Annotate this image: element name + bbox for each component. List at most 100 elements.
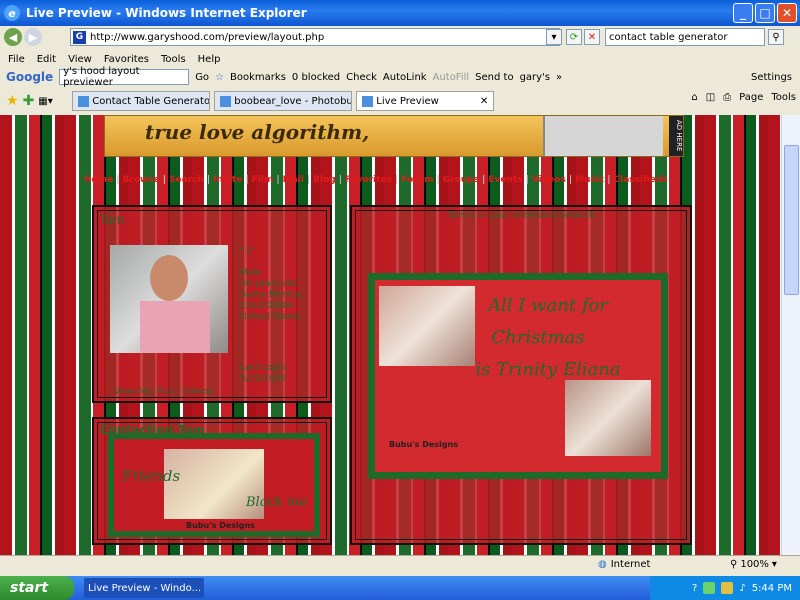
menu-edit[interactable]: Edit — [37, 54, 56, 65]
banner-text: true love algorithm, — [145, 120, 370, 144]
quick-tabs-icon[interactable]: ▦▾ — [38, 96, 68, 107]
site-favicon-icon: G — [73, 30, 86, 44]
add-favorite-icon[interactable]: ✚ — [23, 93, 35, 109]
minimize-button[interactable]: _ — [733, 3, 753, 23]
autofill-button[interactable]: AutoFill — [433, 72, 470, 83]
search-icon[interactable]: ⚲ — [768, 29, 784, 45]
tab-label: boobear_love - Photobucket ... — [234, 95, 353, 107]
back-button[interactable]: ◀ — [4, 28, 22, 46]
nav-invite[interactable]: Invite — [213, 175, 242, 185]
volume-icon[interactable]: ♪ — [739, 583, 745, 594]
nav-groups[interactable]: Groups — [443, 175, 479, 185]
nav-events[interactable]: Events — [488, 175, 522, 185]
tab-photobucket[interactable]: boobear_love - Photobucket ... — [214, 91, 353, 111]
menu-favorites[interactable]: Favorites — [104, 54, 149, 65]
user-button[interactable]: gary's — [520, 72, 550, 83]
menu-tools[interactable]: Tools — [161, 54, 186, 65]
feeds-icon[interactable]: ◫ — [706, 92, 715, 103]
autolink-button[interactable]: AutoLink — [383, 72, 427, 83]
search-input[interactable]: contact table generator — [605, 28, 765, 46]
print-icon[interactable]: ⎙ — [723, 92, 731, 103]
security-icon[interactable] — [721, 582, 734, 594]
tab-contact-table-generator[interactable]: Contact Table Generator - A... — [72, 91, 211, 111]
menu-view[interactable]: View — [68, 54, 92, 65]
chevron-down-icon: ▾ — [771, 559, 777, 570]
maximize-button[interactable]: □ — [755, 3, 775, 23]
page-icon — [78, 95, 90, 107]
block-me-link[interactable]: Block me — [246, 495, 307, 510]
star-icon[interactable]: ☆ — [215, 72, 224, 83]
view-my-links[interactable]: View My: Pics | Videos — [114, 387, 213, 397]
ad-banner[interactable]: true love algorithm, AD HERE — [104, 115, 684, 157]
bookmarks-button[interactable]: Bookmarks — [230, 72, 286, 83]
address-bar[interactable]: G http://www.garyshood.com/preview/layou… — [70, 28, 560, 46]
christmas-message: All I want for Christmas is Trinity Elia… — [375, 290, 661, 386]
vertical-scrollbar[interactable] — [781, 115, 800, 555]
last-login-label: Last Login: — [240, 363, 289, 373]
nav-music[interactable]: Music — [575, 175, 604, 185]
profile-photo[interactable] — [110, 245, 228, 353]
menu-bar: File Edit View Favorites Tools Help — [0, 51, 800, 67]
scrollbar-thumb[interactable] — [784, 145, 799, 295]
address-row: ◀ ▶ G http://www.garyshood.com/preview/l… — [0, 26, 800, 48]
page-menu[interactable]: Page — [739, 92, 763, 103]
contact-image: Friends Block me Bubu's Designs — [108, 433, 320, 537]
network-icon[interactable] — [703, 582, 716, 594]
nav-forum[interactable]: Forum — [401, 175, 433, 185]
profile-city: Santa Monica, — [240, 290, 304, 300]
taskbar-item-live-preview[interactable]: Live Preview - Windo... — [84, 578, 204, 598]
stop-icon[interactable]: ✕ — [584, 29, 600, 45]
forward-button[interactable]: ▶ — [24, 28, 42, 46]
profile-box: Tom ":)" Male 30 years old Santa Monica,… — [92, 205, 332, 403]
profile-gender: Male — [240, 268, 262, 278]
address-dropdown-icon[interactable]: ▾ — [546, 29, 562, 45]
profile-age: 30 years old — [240, 279, 296, 289]
home-icon[interactable]: ⌂ — [691, 92, 697, 103]
zoom-level: 100% — [740, 559, 769, 570]
calculator-image — [543, 116, 663, 156]
last-login-date: 5/19/2006 — [240, 374, 287, 384]
page-icon — [362, 95, 374, 107]
system-tray: ? ♪ 5:44 PM — [650, 576, 800, 600]
menu-help[interactable]: Help — [198, 54, 221, 65]
send-to-button[interactable]: Send to — [475, 72, 513, 83]
zone-label: Internet — [610, 559, 651, 570]
start-button[interactable]: start — [0, 576, 74, 600]
nav-browse[interactable]: Browse — [123, 175, 160, 185]
add-friends-link[interactable]: Friends — [122, 467, 180, 485]
ad-here-label: AD HERE — [669, 116, 683, 156]
refresh-icon[interactable]: ⟳ — [566, 29, 582, 45]
designer-credit: Bubu's Designs — [186, 521, 255, 530]
magnifier-icon: ⚲ — [730, 559, 738, 570]
tab-live-preview[interactable]: Live Preview ✕ — [356, 91, 495, 111]
check-button[interactable]: Check — [346, 72, 377, 83]
favorites-star-icon[interactable]: ★ — [6, 93, 19, 109]
extended-network-text: Tom is in your extended network — [447, 211, 595, 221]
tab-close-icon[interactable]: ✕ — [480, 96, 488, 107]
taskbar: start Live Preview - Windo... ? ♪ 5:44 P… — [0, 576, 800, 600]
nav-film[interactable]: Film — [252, 175, 274, 185]
tools-menu[interactable]: Tools — [771, 92, 796, 103]
popup-blocked-button[interactable]: 0 blocked — [292, 72, 340, 83]
nav-classifieds[interactable]: Classifieds — [614, 175, 668, 185]
settings-button[interactable]: Settings — [751, 72, 792, 83]
close-button[interactable]: ✕ — [777, 3, 797, 23]
nav-blog[interactable]: Blog — [313, 175, 336, 185]
help-icon[interactable]: ? — [692, 583, 697, 594]
tab-label: Contact Table Generator - A... — [92, 95, 211, 107]
chevron-right-icon[interactable]: » — [556, 72, 562, 83]
nav-search[interactable]: Search — [169, 175, 204, 185]
contacting-box: Contacting Tom Friends Block me Bubu's D… — [92, 417, 332, 545]
google-search-input[interactable]: y's hood layout previewer — [59, 66, 190, 88]
zoom-control[interactable]: ⚲ 100% ▾ — [730, 559, 777, 570]
menu-file[interactable]: File — [8, 54, 25, 65]
status-bar: ◍ Internet ⚲ 100% ▾ — [0, 555, 800, 575]
google-go-button[interactable]: Go — [195, 72, 209, 83]
nav-favorites[interactable]: Favorites — [345, 175, 392, 185]
profile-name: Tom — [100, 213, 125, 227]
nav-mail[interactable]: Mail — [283, 175, 304, 185]
page-icon — [220, 95, 232, 107]
nav-videos[interactable]: Videos — [532, 175, 566, 185]
nav-home[interactable]: Home — [84, 175, 113, 185]
profile-nav: Home | Browse | Search | Invite | Film | Mail… — [84, 175, 668, 185]
